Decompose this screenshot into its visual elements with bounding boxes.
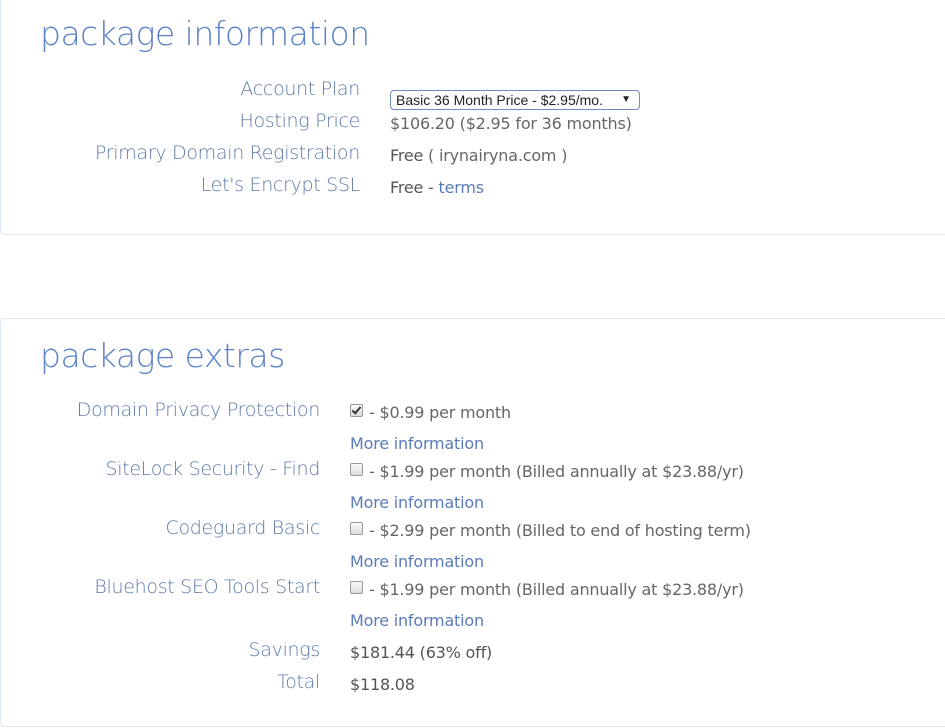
extra-label-domain-privacy: Domain Privacy Protection bbox=[76, 399, 321, 421]
sitelock-checkbox[interactable] bbox=[350, 463, 363, 476]
ssl-separator: - bbox=[423, 178, 439, 197]
domain-registration-free: Free bbox=[390, 146, 424, 165]
package-information-panel: package information Account Plan Basic 3… bbox=[0, 0, 945, 235]
codeguard-price: - $2.99 per month (Billed to end of host… bbox=[369, 521, 751, 540]
hosting-price-label: Hosting Price bbox=[239, 110, 361, 132]
ssl-free: Free bbox=[390, 178, 424, 197]
ssl-label: Let's Encrypt SSL bbox=[200, 174, 361, 196]
extra-option-seo-tools: - $1.99 per month (Billed annually at $2… bbox=[350, 580, 744, 599]
codeguard-more-info-link[interactable]: More information bbox=[350, 552, 484, 571]
account-plan-selected-value: Basic 36 Month Price - $2.95/mo. bbox=[396, 92, 603, 108]
extra-option-sitelock: - $1.99 per month (Billed annually at $2… bbox=[350, 462, 744, 481]
codeguard-checkbox[interactable] bbox=[350, 522, 363, 535]
domain-name: ( irynairyna.com ) bbox=[423, 146, 568, 165]
domain-registration-value: Free ( irynairyna.com ) bbox=[390, 146, 567, 165]
domain-privacy-price: - $0.99 per month bbox=[369, 403, 511, 422]
sitelock-price: - $1.99 per month (Billed annually at $2… bbox=[369, 462, 744, 481]
seo-tools-more-info-link[interactable]: More information bbox=[350, 611, 484, 630]
package-extras-title: package extras bbox=[40, 336, 285, 375]
domain-privacy-checkbox[interactable] bbox=[350, 404, 363, 417]
extra-label-sitelock: SiteLock Security - Find bbox=[105, 458, 320, 480]
sitelock-more-info-link[interactable]: More information bbox=[350, 493, 484, 512]
package-information-title: package information bbox=[40, 14, 370, 53]
domain-registration-label: Primary Domain Registration bbox=[94, 142, 360, 164]
account-plan-select[interactable]: Basic 36 Month Price - $2.95/mo. ▼ bbox=[390, 90, 640, 110]
domain-privacy-more-info-link[interactable]: More information bbox=[350, 434, 484, 453]
seo-tools-price: - $1.99 per month (Billed annually at $2… bbox=[369, 580, 744, 599]
extra-label-codeguard: Codeguard Basic bbox=[165, 517, 320, 539]
total-label: Total bbox=[277, 671, 320, 693]
ssl-value: Free - terms bbox=[390, 178, 484, 197]
extra-option-domain-privacy: - $0.99 per month bbox=[350, 403, 511, 422]
extra-label-seo-tools: Bluehost SEO Tools Start bbox=[94, 576, 320, 598]
ssl-terms-link[interactable]: terms bbox=[439, 178, 485, 197]
savings-label: Savings bbox=[248, 639, 321, 661]
account-plan-label: Account Plan bbox=[240, 78, 360, 100]
total-value: $118.08 bbox=[350, 675, 415, 694]
dropdown-arrow-icon: ▼ bbox=[621, 94, 631, 105]
extra-option-codeguard: - $2.99 per month (Billed to end of host… bbox=[350, 521, 751, 540]
savings-value: $181.44 (63% off) bbox=[350, 643, 493, 662]
hosting-price-value: $106.20 ($2.95 for 36 months) bbox=[390, 114, 632, 133]
package-extras-panel: package extras Domain Privacy Protection… bbox=[0, 318, 945, 727]
seo-tools-checkbox[interactable] bbox=[350, 581, 363, 594]
